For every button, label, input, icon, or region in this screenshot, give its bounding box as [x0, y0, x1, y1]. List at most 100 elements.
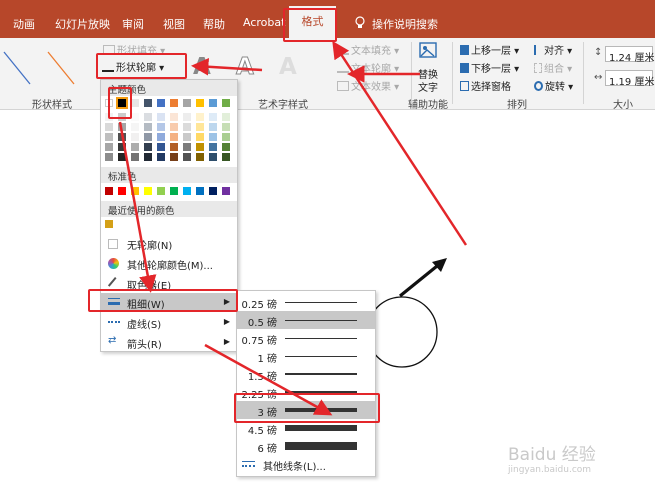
lightbulb-icon[interactable] — [354, 16, 366, 32]
shape-circle[interactable] — [366, 296, 438, 368]
no-outline-item[interactable]: 无轮廓(N) — [101, 234, 237, 252]
theme-color-swatch[interactable] — [196, 133, 204, 141]
theme-color-swatch[interactable] — [157, 123, 165, 131]
tab-animations[interactable]: 动画 — [13, 16, 35, 32]
theme-color-swatch[interactable] — [170, 99, 178, 107]
theme-color-swatch[interactable] — [222, 113, 230, 121]
theme-color-swatch[interactable] — [144, 113, 152, 121]
tab-review[interactable]: 审阅 — [122, 16, 144, 32]
theme-color-swatch[interactable] — [144, 143, 152, 151]
theme-color-swatch[interactable] — [131, 123, 139, 131]
theme-color-swatch[interactable] — [196, 113, 204, 121]
standard-color-swatch[interactable] — [196, 187, 204, 195]
width-input[interactable]: 1.19 厘米 — [605, 70, 654, 88]
standard-color-swatch[interactable] — [170, 187, 178, 195]
theme-color-swatch[interactable] — [209, 123, 217, 131]
recent-color-swatch[interactable] — [105, 220, 113, 228]
theme-color-swatch[interactable] — [157, 133, 165, 141]
wordart-style-1[interactable]: A — [193, 54, 211, 80]
theme-color-swatch[interactable] — [222, 143, 230, 151]
theme-color-swatch[interactable] — [183, 113, 191, 121]
theme-color-swatch[interactable] — [157, 143, 165, 151]
theme-color-swatch[interactable] — [131, 133, 139, 141]
more-colors-item[interactable]: 其他轮廓颜色(M)... — [101, 254, 237, 272]
theme-color-swatch[interactable] — [209, 113, 217, 121]
arrows-item[interactable]: ⇄ 箭头(R) ▶ — [101, 333, 237, 351]
text-outline-button[interactable]: 文本轮廓 ▾ — [337, 60, 399, 75]
theme-color-swatch[interactable] — [144, 123, 152, 131]
tab-slideshow[interactable]: 幻灯片放映 — [55, 16, 110, 32]
theme-color-swatch[interactable] — [131, 113, 139, 121]
wordart-style-3[interactable]: A — [279, 54, 297, 80]
theme-color-swatch[interactable] — [157, 113, 165, 121]
theme-color-swatch[interactable] — [131, 99, 139, 107]
text-fill-button[interactable]: 文本填充 ▾ — [337, 42, 399, 57]
weight-option[interactable]: 0.5 磅 — [237, 311, 375, 329]
standard-color-swatch[interactable] — [209, 187, 217, 195]
standard-color-swatch[interactable] — [131, 187, 139, 195]
theme-color-swatch[interactable] — [118, 153, 126, 161]
height-input[interactable]: 1.24 厘米 — [605, 46, 654, 64]
more-lines-item[interactable]: 其他线条(L)... — [237, 455, 375, 473]
theme-color-swatch[interactable] — [183, 123, 191, 131]
standard-color-swatch[interactable] — [105, 187, 113, 195]
weight-option[interactable]: 6 磅 — [237, 437, 375, 455]
theme-color-swatch[interactable] — [183, 99, 191, 107]
theme-color-swatch[interactable] — [196, 153, 204, 161]
alt-text-button[interactable] — [418, 42, 438, 63]
theme-color-swatch[interactable] — [118, 143, 126, 151]
shape-style-gallery[interactable] — [0, 42, 90, 92]
align-button[interactable]: 对齐 ▾ — [534, 42, 572, 57]
theme-color-swatch[interactable] — [118, 123, 126, 131]
bring-forward-button[interactable]: 上移一层 ▾ — [460, 42, 519, 57]
tell-me-search[interactable]: 操作说明搜索 — [372, 16, 438, 32]
theme-color-swatch[interactable] — [170, 123, 178, 131]
tab-help[interactable]: 帮助 — [203, 16, 225, 32]
send-backward-button[interactable]: 下移一层 ▾ — [460, 60, 519, 75]
theme-color-swatch[interactable] — [222, 153, 230, 161]
theme-color-swatch[interactable] — [105, 143, 113, 151]
wordart-style-2[interactable]: A — [236, 54, 255, 81]
theme-color-swatch[interactable] — [144, 99, 152, 107]
theme-color-swatch[interactable] — [105, 123, 113, 131]
standard-color-swatch[interactable] — [118, 187, 126, 195]
weight-option[interactable]: 1 磅 — [237, 347, 375, 365]
standard-color-swatch[interactable] — [183, 187, 191, 195]
rotate-button[interactable]: 旋转 ▾ — [534, 78, 573, 93]
theme-color-swatch[interactable] — [170, 133, 178, 141]
theme-color-swatch[interactable] — [170, 113, 178, 121]
theme-color-swatch[interactable] — [222, 123, 230, 131]
standard-color-swatch[interactable] — [144, 187, 152, 195]
theme-color-swatch[interactable] — [183, 143, 191, 151]
theme-color-swatch[interactable] — [144, 133, 152, 141]
weight-option[interactable]: 0.75 磅 — [237, 329, 375, 347]
theme-color-swatch[interactable] — [196, 123, 204, 131]
theme-color-swatch[interactable] — [196, 143, 204, 151]
theme-color-swatch[interactable] — [170, 153, 178, 161]
dashes-item[interactable]: 虚线(S) ▶ — [101, 313, 237, 331]
tab-view[interactable]: 视图 — [163, 16, 185, 32]
weight-option[interactable]: 1.5 磅 — [237, 365, 375, 383]
theme-color-swatch[interactable] — [157, 99, 165, 107]
theme-color-swatch[interactable] — [157, 153, 165, 161]
text-effects-button[interactable]: 文本效果 ▾ — [337, 78, 399, 93]
theme-color-swatch[interactable] — [144, 153, 152, 161]
theme-color-swatch[interactable] — [209, 143, 217, 151]
theme-color-swatch[interactable] — [196, 99, 204, 107]
theme-color-swatch[interactable] — [183, 153, 191, 161]
theme-color-swatch[interactable] — [131, 143, 139, 151]
theme-color-swatch[interactable] — [105, 133, 113, 141]
selection-pane-button[interactable]: 选择窗格 — [460, 78, 511, 93]
theme-color-swatch[interactable] — [131, 153, 139, 161]
theme-color-swatch[interactable] — [105, 153, 113, 161]
theme-color-swatch[interactable] — [209, 99, 217, 107]
standard-color-swatch[interactable] — [222, 187, 230, 195]
group-button[interactable]: 组合 ▾ — [534, 60, 572, 75]
theme-color-swatch[interactable] — [209, 153, 217, 161]
theme-color-swatch[interactable] — [118, 133, 126, 141]
shape-arrow-line[interactable] — [398, 260, 444, 298]
theme-color-swatch[interactable] — [222, 133, 230, 141]
weight-option[interactable]: 0.25 磅 — [237, 293, 375, 311]
theme-color-swatch[interactable] — [209, 133, 217, 141]
theme-color-swatch[interactable] — [170, 143, 178, 151]
